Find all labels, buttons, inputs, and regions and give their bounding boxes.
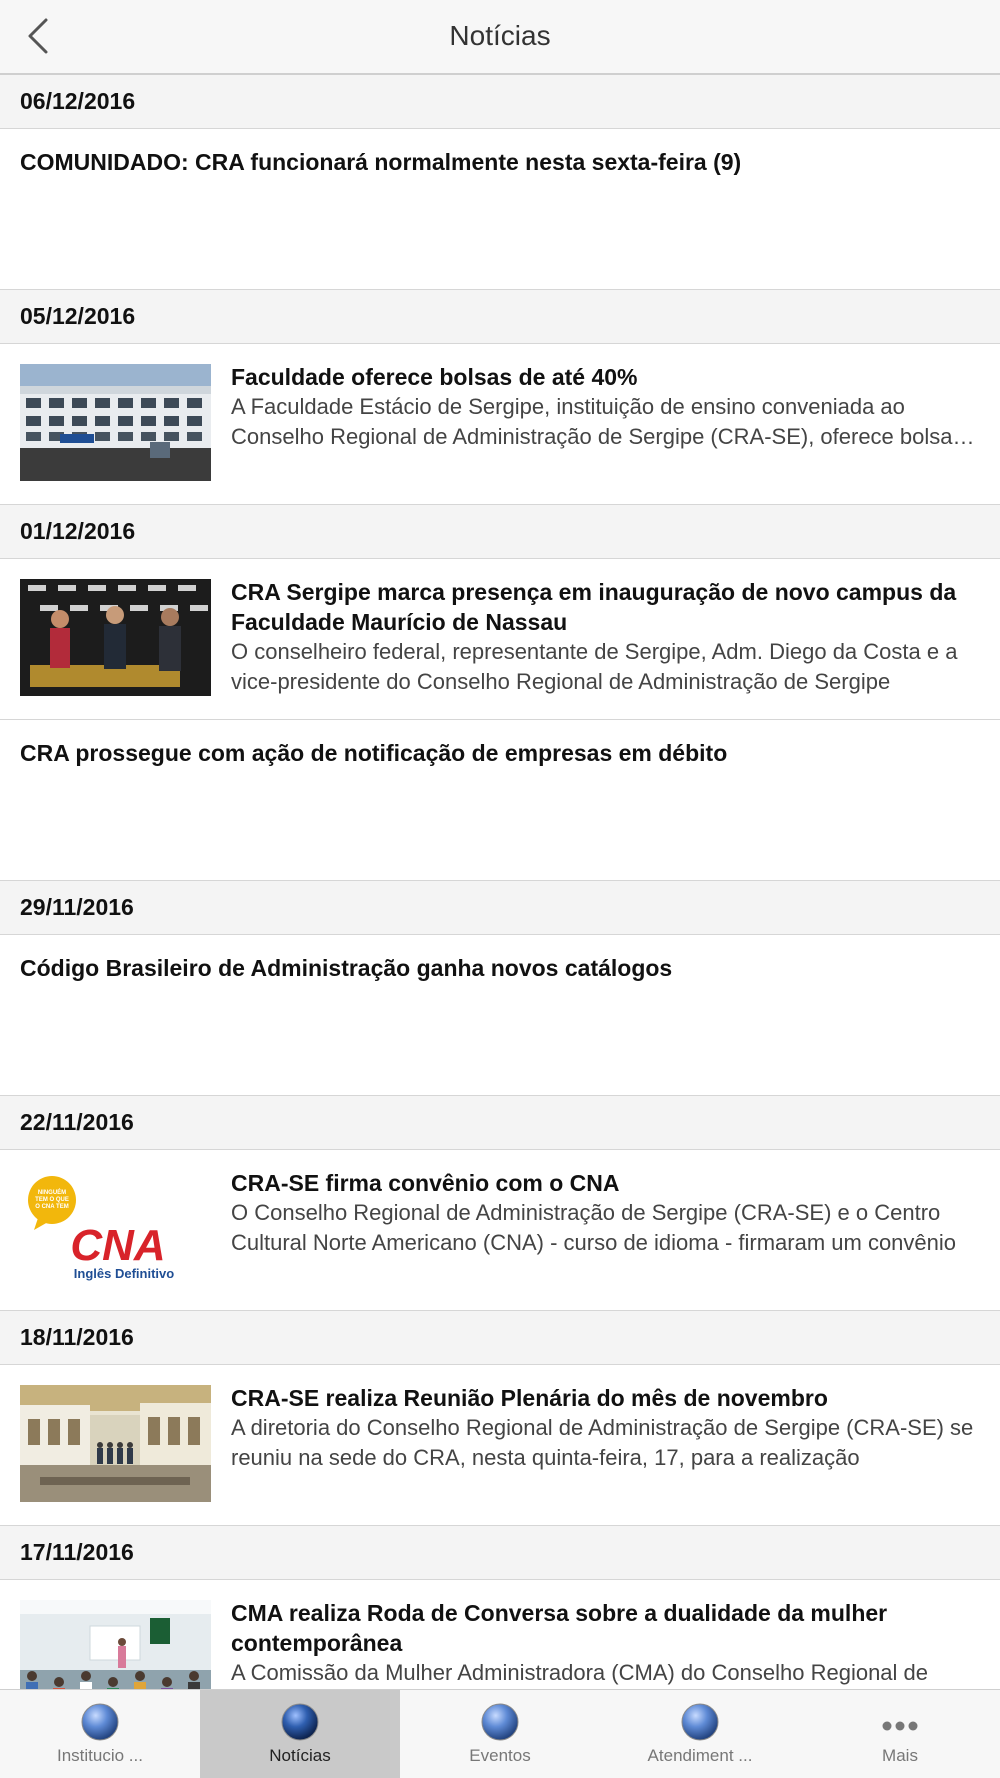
news-summary: A diretoria do Conselho Regional de Admi… — [231, 1415, 974, 1470]
section-date-header: 18/11/2016 — [0, 1311, 1000, 1365]
svg-text:CNA: CNA — [70, 1221, 165, 1270]
news-summary: O Conselho Regional de Administração de … — [231, 1200, 957, 1255]
globe-icon — [680, 1702, 720, 1742]
tab-label: Eventos — [469, 1746, 531, 1765]
news-list-item[interactable]: Código Brasileiro de Administração ganha… — [0, 935, 1000, 1096]
news-text: CRA-SE realiza Reunião Plenária do mês d… — [231, 1383, 980, 1473]
section-date-header: 06/12/2016 — [0, 75, 1000, 129]
tab-label: Atendiment ... — [647, 1746, 753, 1765]
news-thumbnail-photo — [20, 579, 211, 696]
news-summary: A Faculdade Estácio de Sergipe, institui… — [231, 394, 964, 449]
news-list-item[interactable]: CMA realiza Roda de Conversa sobre a dua… — [0, 1580, 1000, 1689]
tab-institucional[interactable]: Institucio ... — [0, 1690, 200, 1778]
news-thumbnail-logo: NINGUÉM TEM O QUE O CNA TEM CNA Inglês D… — [20, 1170, 211, 1287]
section-date-header: 05/12/2016 — [0, 290, 1000, 344]
news-text: COMUNIDADO: CRA funcionará normalmente n… — [20, 147, 980, 177]
tab-bar: Institucio ... Notícias Eventos Atendime… — [0, 1689, 1000, 1778]
news-title: Código Brasileiro de Administração ganha… — [20, 955, 673, 981]
news-summary: A Comissão da Mulher Administradora (CMA… — [231, 1660, 929, 1685]
news-title: CRA-SE firma convênio com o CNA — [231, 1170, 620, 1196]
globe-icon — [80, 1702, 120, 1742]
navigation-bar: Notícias — [0, 0, 1000, 75]
news-thumbnail-photo — [20, 1600, 211, 1689]
more-dots-icon — [880, 1702, 920, 1742]
tab-atendimento[interactable]: Atendiment ... — [600, 1690, 800, 1778]
svg-text:Inglês Definitivo: Inglês Definitivo — [74, 1266, 174, 1281]
news-title: CMA realiza Roda de Conversa sobre a dua… — [231, 1600, 888, 1656]
news-title: Faculdade oferece bolsas de até 40% — [231, 364, 638, 390]
tab-noticias[interactable]: Notícias — [200, 1690, 400, 1778]
section-date-header: 01/12/2016 — [0, 505, 1000, 559]
svg-text:TEM O QUE: TEM O QUE — [35, 1197, 69, 1203]
news-list-item[interactable]: CRA Sergipe marca presença em inauguraçã… — [0, 559, 1000, 720]
section-date-header: 22/11/2016 — [0, 1096, 1000, 1150]
tab-label: Notícias — [269, 1746, 331, 1765]
tab-label: Institucio ... — [57, 1746, 143, 1765]
globe-icon — [480, 1702, 520, 1742]
news-list-item[interactable]: NINGUÉM TEM O QUE O CNA TEM CNA Inglês D… — [0, 1150, 1000, 1311]
svg-text:O CNA TEM: O CNA TEM — [35, 1204, 68, 1210]
news-list[interactable]: 06/12/2016 COMUNIDADO: CRA funcionará nor… — [0, 75, 1000, 1689]
news-title: CRA prossegue com ação de notificação de… — [20, 740, 728, 766]
section-date-header: 29/11/2016 — [0, 881, 1000, 935]
news-thumbnail-photo — [20, 1385, 211, 1502]
tab-more[interactable]: Mais — [800, 1690, 1000, 1778]
news-text: CRA-SE firma convênio com o CNA O Conselh… — [231, 1168, 980, 1258]
page-title: Notícias — [449, 20, 551, 51]
news-title: CRA Sergipe marca presença em inauguraçã… — [231, 579, 957, 635]
section-date-header: 17/11/2016 — [0, 1526, 1000, 1580]
news-text: CRA Sergipe marca presença em inauguraçã… — [231, 577, 980, 697]
news-thumbnail-photo — [20, 364, 211, 481]
tab-eventos[interactable]: Eventos — [400, 1690, 600, 1778]
news-list-item[interactable]: COMUNIDADO: CRA funcionará normalmente n… — [0, 129, 1000, 290]
news-list-item[interactable]: CRA-SE realiza Reunião Plenária do mês d… — [0, 1365, 1000, 1526]
svg-text:NINGUÉM: NINGUÉM — [38, 1188, 66, 1196]
news-text: CMA realiza Roda de Conversa sobre a dua… — [231, 1598, 980, 1689]
news-text: Faculdade oferece bolsas de até 40% A Fac… — [231, 362, 980, 452]
globe-icon — [280, 1702, 320, 1742]
news-text: CRA prossegue com ação de notificação de… — [20, 738, 980, 768]
news-title: CRA-SE realiza Reunião Plenária do mês d… — [231, 1385, 828, 1411]
tab-label: Mais — [882, 1746, 918, 1765]
news-summary: O conselheiro federal, representante de … — [231, 639, 958, 694]
news-list-item[interactable]: CRA prossegue com ação de notificação de… — [0, 720, 1000, 881]
news-text: Código Brasileiro de Administração ganha… — [20, 953, 980, 983]
news-title: COMUNIDADO: CRA funcionará normalmente n… — [20, 149, 742, 175]
news-list-item[interactable]: Faculdade oferece bolsas de até 40% A Fac… — [0, 344, 1000, 505]
